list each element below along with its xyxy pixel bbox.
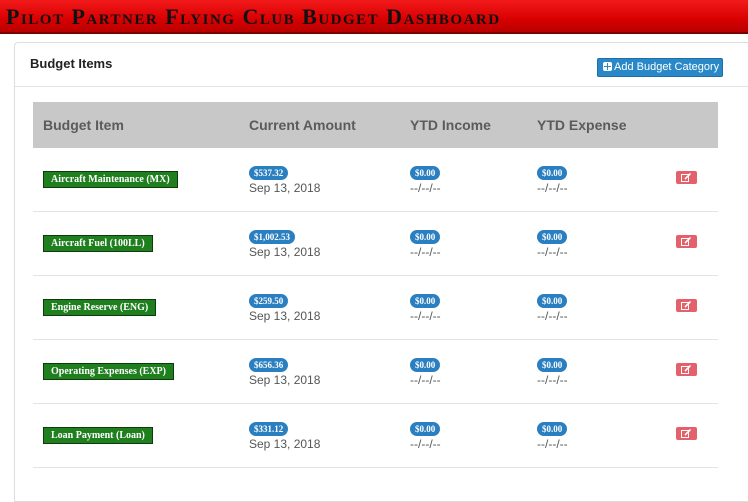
edit-button[interactable] (676, 299, 697, 312)
title-bar: Pilot Partner Flying Club Budget Dashboa… (0, 0, 748, 34)
plus-square-icon (603, 62, 612, 71)
current-amount-date: Sep 13, 2018 (249, 373, 321, 387)
add-budget-category-label: Add Budget Category (614, 61, 720, 73)
edit-button[interactable] (676, 171, 697, 184)
table-body: Aircraft Maintenance (MX) $537.32 Sep 13, … (33, 148, 718, 468)
ytd-income-badge: $0.00 (410, 230, 441, 244)
budget-table: Budget Item Current Amount YTD Income YT… (33, 102, 718, 468)
current-amount-date: Sep 13, 2018 (249, 245, 321, 259)
ytd-expense-badge: $0.00 (537, 358, 568, 372)
table-row: Aircraft Maintenance (MX) $537.32 Sep 13, … (33, 148, 718, 212)
ytd-expense-badge: $0.00 (537, 422, 568, 436)
ytd-expense-date: --/--/-- (537, 437, 568, 451)
budget-item-label[interactable]: Engine Reserve (ENG) (43, 299, 157, 316)
current-amount-badge: $331.12 (249, 422, 289, 436)
column-header-current-amount: Current Amount (249, 117, 356, 133)
budget-item-label[interactable]: Aircraft Fuel (100LL) (43, 235, 153, 252)
ytd-expense-badge: $0.00 (537, 166, 568, 180)
table-row: Operating Expenses (EXP) $656.36 Sep 13, 2… (33, 340, 718, 404)
ytd-income-badge: $0.00 (410, 166, 441, 180)
current-amount-badge: $656.36 (249, 358, 289, 372)
ytd-income-badge: $0.00 (410, 422, 441, 436)
ytd-income-date: --/--/-- (410, 373, 441, 387)
ytd-income-date: --/--/-- (410, 437, 441, 451)
panel-title: Budget Items (30, 56, 113, 71)
edit-button[interactable] (676, 363, 697, 376)
column-header-budget-item: Budget Item (43, 117, 124, 133)
edit-icon (681, 301, 692, 310)
add-budget-category-button[interactable]: Add Budget Category (597, 58, 723, 77)
budget-item-label[interactable]: Loan Payment (Loan) (43, 427, 153, 444)
budget-item-label[interactable]: Aircraft Maintenance (MX) (43, 171, 178, 188)
ytd-expense-badge: $0.00 (537, 294, 568, 308)
column-header-ytd-income: YTD Income (410, 117, 491, 133)
ytd-income-date: --/--/-- (410, 309, 441, 323)
column-header-ytd-expense: YTD Expense (537, 117, 627, 133)
current-amount-badge: $537.32 (249, 166, 289, 180)
ytd-expense-badge: $0.00 (537, 230, 568, 244)
edit-icon (681, 429, 692, 438)
current-amount-badge: $1,002.53 (249, 230, 295, 244)
page-title: Pilot Partner Flying Club Budget Dashboa… (6, 4, 501, 29)
ytd-expense-date: --/--/-- (537, 245, 568, 259)
table-row: Aircraft Fuel (100LL) $1,002.53 Sep 13, 20… (33, 212, 718, 276)
edit-button[interactable] (676, 235, 697, 248)
ytd-income-badge: $0.00 (410, 294, 441, 308)
ytd-income-date: --/--/-- (410, 245, 441, 259)
edit-button[interactable] (676, 427, 697, 440)
table-row: Engine Reserve (ENG) $259.50 Sep 13, 2018 $… (33, 276, 718, 340)
table-header: Budget Item Current Amount YTD Income YT… (33, 102, 718, 148)
edit-icon (681, 365, 692, 374)
table-row: Loan Payment (Loan) $331.12 Sep 13, 2018 $0… (33, 404, 718, 468)
current-amount-date: Sep 13, 2018 (249, 181, 321, 195)
ytd-expense-date: --/--/-- (537, 373, 568, 387)
current-amount-badge: $259.50 (249, 294, 289, 308)
current-amount-date: Sep 13, 2018 (249, 437, 321, 451)
ytd-income-date: --/--/-- (410, 181, 441, 195)
ytd-income-badge: $0.00 (410, 358, 441, 372)
edit-icon (681, 173, 692, 182)
ytd-expense-date: --/--/-- (537, 181, 568, 195)
current-amount-date: Sep 13, 2018 (249, 309, 321, 323)
panel-header: Budget Items Add Budget Category (15, 43, 748, 87)
budget-item-label[interactable]: Operating Expenses (EXP) (43, 363, 174, 380)
ytd-expense-date: --/--/-- (537, 309, 568, 323)
edit-icon (681, 237, 692, 246)
